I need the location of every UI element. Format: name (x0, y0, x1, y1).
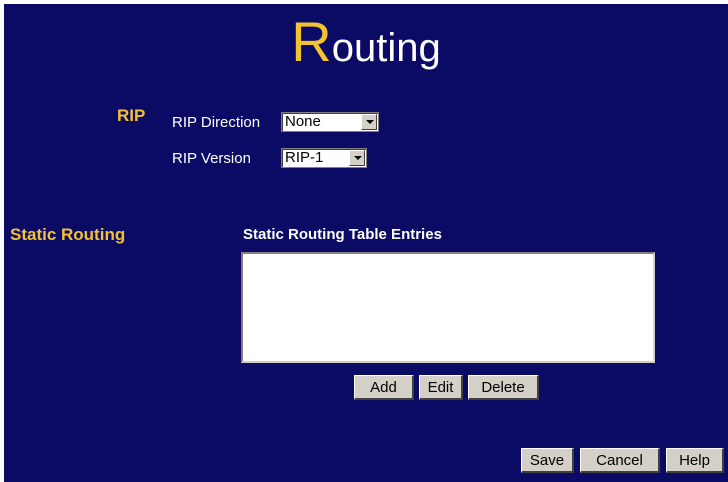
rip-direction-value: None (285, 113, 321, 130)
rip-version-label: RIP Version (172, 150, 251, 167)
routing-panel: Routing RIP RIP Direction None RIP Versi… (4, 4, 728, 482)
static-routing-table-heading: Static Routing Table Entries (243, 226, 442, 243)
page-title-initial: R (291, 10, 332, 73)
help-button[interactable]: Help (666, 448, 724, 473)
cancel-button[interactable]: Cancel (580, 448, 660, 473)
chevron-down-icon[interactable] (349, 150, 365, 166)
rip-direction-select[interactable]: None (281, 112, 379, 132)
static-routing-table-list[interactable] (241, 252, 655, 363)
rip-section-label: RIP (117, 106, 146, 125)
save-button[interactable]: Save (521, 448, 574, 473)
chevron-down-icon[interactable] (361, 114, 377, 130)
page-title: Routing (4, 14, 728, 72)
add-button[interactable]: Add (354, 375, 414, 400)
page-title-rest: outing (331, 26, 441, 70)
delete-button[interactable]: Delete (468, 375, 539, 400)
rip-version-value: RIP-1 (285, 149, 324, 166)
rip-version-select[interactable]: RIP-1 (281, 148, 367, 168)
static-routing-section-label: Static Routing (10, 225, 126, 244)
edit-button[interactable]: Edit (419, 375, 463, 400)
rip-direction-label: RIP Direction (172, 114, 261, 131)
